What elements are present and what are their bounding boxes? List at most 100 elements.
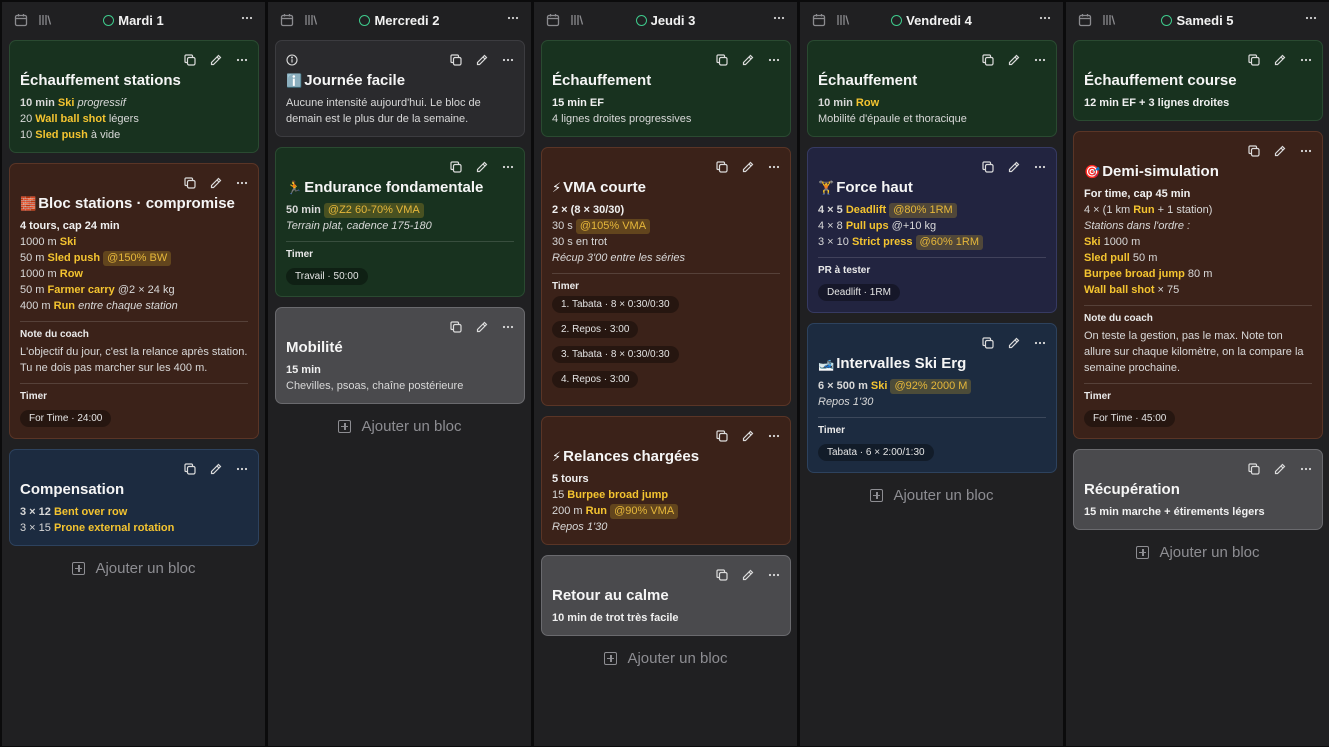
edit-icon[interactable] xyxy=(1274,145,1286,157)
library-icon[interactable] xyxy=(1102,13,1116,27)
duplicate-icon[interactable] xyxy=(184,177,196,189)
more-options-icon[interactable] xyxy=(1300,54,1312,66)
edit-icon[interactable] xyxy=(210,54,222,66)
workout-block-card[interactable]: Compensation 3 × 12 Bent over row 3 × 15 P… xyxy=(9,449,259,546)
workout-block-card[interactable]: Récupération 15 min marche + étirements l… xyxy=(1073,449,1323,530)
more-options-icon[interactable] xyxy=(241,11,253,29)
more-options-icon[interactable] xyxy=(502,54,514,66)
timer-pill[interactable]: Deadlift · 1RM xyxy=(818,284,900,301)
duplicate-icon[interactable] xyxy=(450,161,462,173)
duplicate-icon[interactable] xyxy=(716,569,728,581)
timer-pill[interactable]: Travail · 50:00 xyxy=(286,268,368,285)
workout-block-card[interactable]: 🎿 Intervalles Ski Erg 6 × 500 m Ski @92% 2… xyxy=(807,323,1057,473)
library-icon[interactable] xyxy=(836,13,850,27)
timer-pill[interactable]: 2. Repos · 3:00 xyxy=(552,321,639,338)
duplicate-icon[interactable] xyxy=(1248,54,1260,66)
edit-icon[interactable] xyxy=(1008,337,1020,349)
timer-pill[interactable]: 1. Tabata · 8 × 0:30/0:30 xyxy=(552,296,679,313)
edit-icon[interactable] xyxy=(742,430,754,442)
duplicate-icon[interactable] xyxy=(184,54,196,66)
more-options-icon[interactable] xyxy=(1300,145,1312,157)
edit-icon[interactable] xyxy=(742,161,754,173)
workout-block-card[interactable]: 🧱 Bloc stations · compromise 4 tours, cap … xyxy=(9,163,259,439)
block-title: 🏋 Force haut xyxy=(818,179,1046,196)
duplicate-icon[interactable] xyxy=(982,337,994,349)
timer-pill[interactable]: Tabata · 6 × 2:00/1:30 xyxy=(818,444,934,461)
more-options-icon[interactable] xyxy=(1305,11,1317,29)
edit-icon[interactable] xyxy=(1274,463,1286,475)
calendar-icon[interactable] xyxy=(280,13,294,27)
workout-block-card[interactable]: 🏋 Force haut 4 × 5 Deadlift @80% 1RM 4 × 8 … xyxy=(807,147,1057,313)
timer-pill[interactable]: 4. Repos · 3:00 xyxy=(552,371,639,388)
library-icon[interactable] xyxy=(570,13,584,27)
calendar-icon[interactable] xyxy=(546,13,560,27)
block-line: 15 Burpee broad jump xyxy=(552,487,780,503)
workout-block-card[interactable]: ⚡ Relances chargées 5 tours 15 Burpee broad… xyxy=(541,416,791,545)
timer-pill[interactable]: 3. Tabata · 8 × 0:30/0:30 xyxy=(552,346,679,363)
more-options-icon[interactable] xyxy=(507,11,519,29)
edit-icon[interactable] xyxy=(742,569,754,581)
timer-pill[interactable]: For Time · 45:00 xyxy=(1084,410,1176,427)
more-options-icon[interactable] xyxy=(768,54,780,66)
more-options-icon[interactable] xyxy=(502,161,514,173)
more-options-icon[interactable] xyxy=(236,54,248,66)
more-options-icon[interactable] xyxy=(1039,11,1051,29)
edit-icon[interactable] xyxy=(1008,161,1020,173)
workout-block-card[interactable]: 🏃 Endurance fondamentale 50 min @Z2 60-70%… xyxy=(275,147,525,297)
more-options-icon[interactable] xyxy=(236,177,248,189)
workout-block-card[interactable]: Échauffement stations 10 min Ski progress… xyxy=(9,40,259,153)
more-options-icon[interactable] xyxy=(768,569,780,581)
duplicate-icon[interactable] xyxy=(184,463,196,475)
block-actions xyxy=(552,51,780,69)
timer-pill[interactable]: For Time · 24:00 xyxy=(20,410,112,427)
more-options-icon[interactable] xyxy=(502,321,514,333)
add-block-button[interactable]: Ajouter un bloc xyxy=(1073,544,1323,561)
edit-icon[interactable] xyxy=(1274,54,1286,66)
duplicate-icon[interactable] xyxy=(982,54,994,66)
duplicate-icon[interactable] xyxy=(716,161,728,173)
add-block-button[interactable]: Ajouter un bloc xyxy=(541,650,791,667)
calendar-icon[interactable] xyxy=(812,13,826,27)
more-options-icon[interactable] xyxy=(1034,54,1046,66)
duplicate-icon[interactable] xyxy=(1248,145,1260,157)
edit-icon[interactable] xyxy=(210,463,222,475)
duplicate-icon[interactable] xyxy=(982,161,994,173)
edit-icon[interactable] xyxy=(476,54,488,66)
duplicate-icon[interactable] xyxy=(450,54,462,66)
more-options-icon[interactable] xyxy=(236,463,248,475)
workout-block-card[interactable]: Échauffement 15 min EF 4 lignes droites pr… xyxy=(541,40,791,137)
workout-block-card[interactable]: 🎯 Demi-simulation For time, cap 45 min 4 × … xyxy=(1073,131,1323,439)
line-text: 1000 m xyxy=(20,236,60,248)
workout-block-card[interactable]: Retour au calme 10 min de trot très facil… xyxy=(541,555,791,636)
workout-block-card[interactable]: ℹ️ Journée facile Aucune intensité aujourd… xyxy=(275,40,525,137)
library-icon[interactable] xyxy=(304,13,318,27)
more-options-icon[interactable] xyxy=(1034,161,1046,173)
workout-block-card[interactable]: Échauffement 10 min Row Mobilité d'épaule … xyxy=(807,40,1057,137)
coach-note-label: Note du coach xyxy=(20,329,89,340)
duplicate-icon[interactable] xyxy=(450,321,462,333)
add-block-button[interactable]: Ajouter un bloc xyxy=(275,418,525,435)
edit-icon[interactable] xyxy=(476,161,488,173)
more-options-icon[interactable] xyxy=(1034,337,1046,349)
duplicate-icon[interactable] xyxy=(1248,463,1260,475)
workout-block-card[interactable]: ⚡ VMA courte 2 × (8 × 30/30) 30 s @105% VMA… xyxy=(541,147,791,406)
exercise-name: Wall ball shot xyxy=(1084,284,1155,296)
workout-block-card[interactable]: Échauffement course 12 min EF + 3 lignes … xyxy=(1073,40,1323,121)
duplicate-icon[interactable] xyxy=(716,54,728,66)
add-block-button[interactable]: Ajouter un bloc xyxy=(9,560,259,577)
more-options-icon[interactable] xyxy=(768,161,780,173)
more-options-icon[interactable] xyxy=(1300,463,1312,475)
edit-icon[interactable] xyxy=(476,321,488,333)
calendar-icon[interactable] xyxy=(1078,13,1092,27)
calendar-icon[interactable] xyxy=(14,13,28,27)
edit-icon[interactable] xyxy=(1008,54,1020,66)
block-actions xyxy=(20,460,248,478)
add-block-button[interactable]: Ajouter un bloc xyxy=(807,487,1057,504)
more-options-icon[interactable] xyxy=(768,430,780,442)
edit-icon[interactable] xyxy=(210,177,222,189)
duplicate-icon[interactable] xyxy=(716,430,728,442)
library-icon[interactable] xyxy=(38,13,52,27)
more-options-icon[interactable] xyxy=(773,11,785,29)
edit-icon[interactable] xyxy=(742,54,754,66)
workout-block-card[interactable]: Mobilité 15 min Chevilles, psoas, chaîne p… xyxy=(275,307,525,404)
